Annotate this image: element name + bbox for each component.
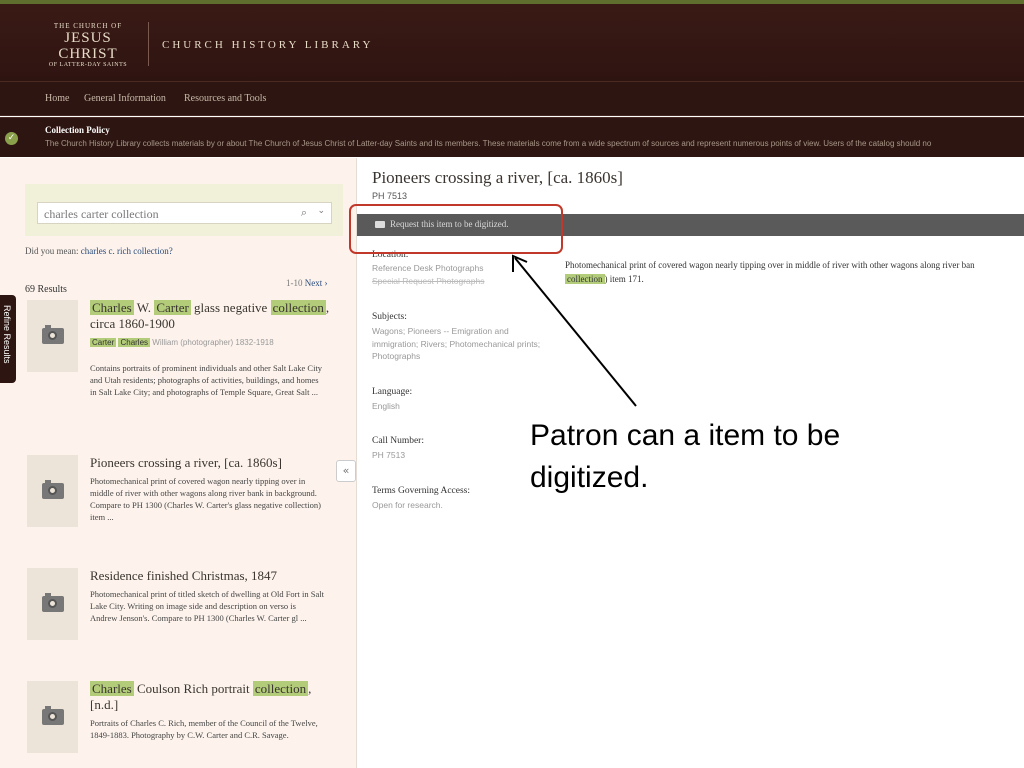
detail-title: Pioneers crossing a river, [ca. 1860s] — [372, 168, 623, 187]
search-term-highlight: Charles — [90, 681, 134, 696]
refine-results-tab[interactable]: Refine Results — [0, 295, 16, 383]
chevron-down-icon[interactable]: ⌄ — [317, 206, 325, 216]
pager-next-link[interactable]: Next › — [305, 278, 328, 288]
pager-range: 1-10 — [286, 278, 303, 288]
nav-item-home[interactable]: Home — [45, 93, 69, 104]
main-nav: Home General Information Resources and T… — [0, 82, 1024, 116]
site-header: THE CHURCH OF JESUS CHRIST OF LATTER-DAY… — [0, 4, 1024, 82]
pager: 1-10 Next › — [286, 278, 328, 288]
result-title[interactable]: Pioneers crossing a river, [ca. 1860s] — [90, 455, 340, 471]
search-icon[interactable]: ⌕ — [301, 206, 307, 220]
location-value: Reference Desk Photographs — [372, 263, 484, 273]
description-line1: Photomechanical print of covered wagon n… — [565, 260, 975, 270]
policy-title: Collection Policy — [45, 125, 110, 135]
search-term-highlight: collection — [252, 681, 309, 696]
call-number-label: Call Number: — [372, 436, 424, 446]
logo-divider — [148, 22, 149, 66]
terms-label: Terms Governing Access: — [372, 486, 471, 496]
result-description: Photomechanical print of covered wagon n… — [90, 476, 321, 522]
description-highlight: collection — [565, 274, 605, 284]
results-panel: charles carter collection ⌕ ⌄ Did you me… — [0, 158, 356, 768]
search-term-highlight: Charles — [90, 300, 134, 315]
result-thumbnail[interactable] — [27, 681, 78, 753]
search-term-highlight: Carter — [90, 338, 117, 347]
text-segment: glass negative — [190, 300, 271, 315]
result-item[interactable]: Pioneers crossing a river, [ca. 1860s] P… — [27, 455, 347, 535]
search-query: charles carter collection — [44, 207, 159, 221]
search-term-highlight: Charles — [118, 338, 151, 347]
language-label: Language: — [372, 387, 413, 397]
search-term-highlight: Carter — [154, 300, 191, 315]
camera-icon — [42, 480, 64, 499]
result-title[interactable]: Charles Coulson Rich portrait collection… — [90, 681, 340, 713]
text-segment: W. — [133, 300, 155, 315]
logo-line3: OF LATTER-DAY SAINTS — [48, 62, 128, 68]
result-thumbnail[interactable] — [27, 568, 78, 640]
double-chevron-left-icon[interactable]: « — [336, 460, 356, 482]
logo-line1: THE CHURCH OF — [53, 22, 123, 30]
result-item[interactable]: Residence finished Christmas, 1847 Photo… — [27, 568, 347, 648]
search-input[interactable]: charles carter collection ⌕ ⌄ — [37, 202, 332, 224]
nav-item-general-information[interactable]: General Information — [84, 93, 166, 104]
language-value: English — [372, 401, 400, 411]
did-you-mean-link[interactable]: charles c. rich collection? — [81, 246, 173, 256]
text-segment: Residence finished Christmas, 1847 — [90, 568, 278, 583]
camera-icon — [42, 325, 64, 344]
subjects-value[interactable]: Wagons; Pioneers -- Emigration and immig… — [372, 325, 552, 363]
logo-line2: JESUS CHRIST — [58, 30, 118, 62]
result-description: Portraits of Charles C. Rich, member of … — [90, 718, 318, 740]
check-icon: ✓ — [5, 132, 18, 145]
camera-icon — [42, 706, 64, 725]
collection-policy-banner: ✓ Collection Policy The Church History L… — [0, 117, 1024, 157]
result-title[interactable]: Charles W. Carter glass negative collect… — [90, 300, 340, 332]
search-term-highlight: collection — [270, 300, 326, 315]
detail-call-number: PH 7513 — [372, 191, 408, 201]
subjects-label: Subjects: — [372, 312, 407, 322]
text-segment: Coulson Rich portrait — [133, 681, 253, 696]
policy-text: The Church History Library collects mate… — [45, 139, 932, 148]
description-line2-tail: ) item 171. — [604, 274, 644, 284]
result-thumbnail[interactable] — [27, 455, 78, 527]
church-logo[interactable]: THE CHURCH OF JESUS CHRIST OF LATTER-DAY… — [38, 22, 138, 68]
text-segment: William (photographer) 1832-1918 — [150, 338, 274, 347]
text-segment: Pioneers crossing a river, [ca. 1860s] — [90, 455, 282, 470]
camera-icon — [42, 593, 64, 612]
result-title[interactable]: Residence finished Christmas, 1847 — [90, 568, 340, 584]
detail-description: Photomechanical print of covered wagon n… — [565, 258, 1024, 286]
results-count: 69 Results — [25, 284, 67, 295]
result-description: Photomechanical print of titled sketch o… — [90, 589, 324, 623]
nav-item-resources-and-tools[interactable]: Resources and Tools — [184, 93, 266, 104]
did-you-mean: Did you mean: charles c. rich collection… — [25, 246, 173, 256]
refine-results-label: Refine Results — [2, 305, 12, 364]
annotation-highlight-box — [349, 204, 563, 254]
location-value-alt: Special Request Photographs — [372, 276, 485, 286]
description-line2: collection) item 171. — [565, 272, 1024, 286]
result-item[interactable]: Charles W. Carter glass negative collect… — [27, 300, 347, 410]
result-item[interactable]: Charles Coulson Rich portrait collection… — [27, 681, 347, 761]
result-thumbnail[interactable] — [27, 300, 78, 372]
annotation-text: Patron can a item to be digitized. — [530, 419, 841, 494]
search-area: charles carter collection ⌕ ⌄ — [25, 184, 343, 236]
did-you-mean-label: Did you mean: — [25, 246, 79, 256]
library-title[interactable]: CHURCH HISTORY LIBRARY — [162, 39, 373, 51]
terms-value: Open for research. — [372, 500, 443, 510]
result-description: Contains portraits of prominent individu… — [90, 363, 323, 397]
result-tags: Carter Charles William (photographer) 18… — [90, 338, 274, 347]
